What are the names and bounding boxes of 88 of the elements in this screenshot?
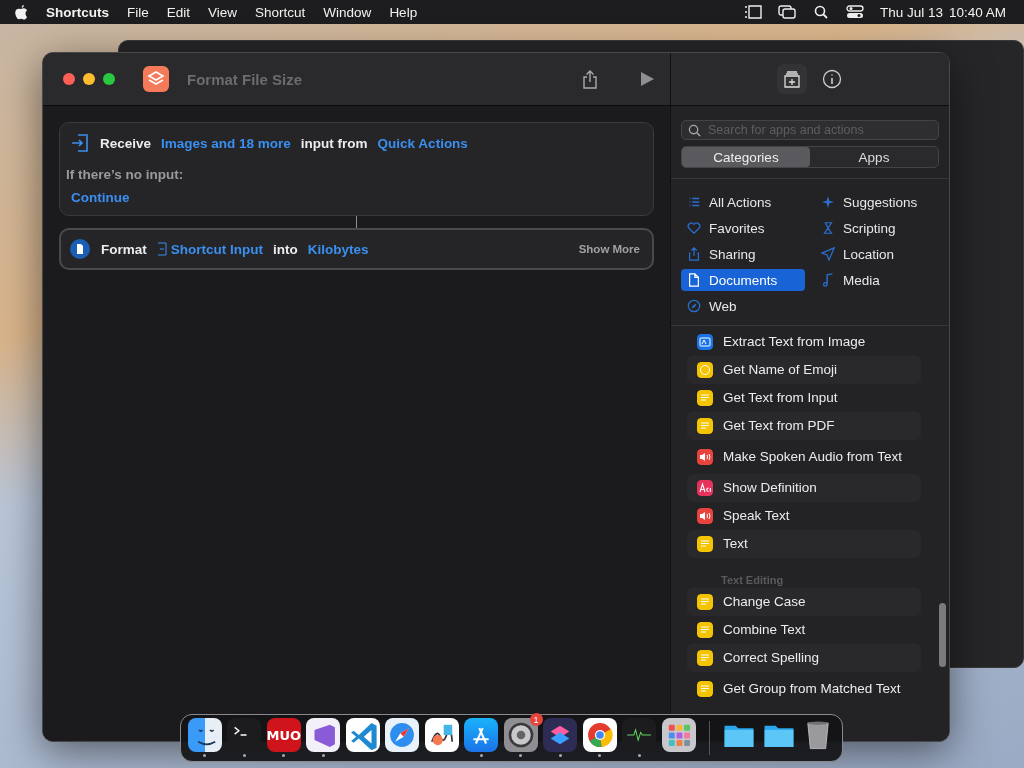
layers-icon bbox=[143, 66, 169, 92]
close-button[interactable] bbox=[63, 73, 75, 85]
action-item[interactable]: Get Text from Input bbox=[687, 384, 921, 412]
gear-icon[interactable] bbox=[503, 718, 538, 752]
music-note-icon bbox=[821, 273, 835, 287]
action-item[interactable]: Text bbox=[687, 530, 921, 558]
scrollbar[interactable] bbox=[939, 603, 946, 667]
browser-icon[interactable] bbox=[582, 718, 617, 752]
receive-action-card[interactable]: Receive Images and 18 more input from Quick Actions If there’s no input: Continue bbox=[59, 122, 654, 216]
app-grid-icon[interactable] bbox=[661, 718, 696, 752]
shortcut-input-token[interactable]: Shortcut Input bbox=[156, 241, 263, 257]
heart-icon bbox=[687, 221, 701, 235]
category-item[interactable]: Web bbox=[681, 295, 805, 317]
sparkle-icon bbox=[821, 195, 835, 209]
action-item[interactable]: Get Group from Matched Text bbox=[687, 672, 921, 706]
studio-icon[interactable] bbox=[306, 718, 341, 752]
file-icon bbox=[69, 238, 91, 260]
category-item[interactable]: All Actions bbox=[681, 191, 805, 213]
input-icon bbox=[70, 133, 90, 153]
scroll-icon bbox=[821, 221, 835, 235]
action-item[interactable]: Get Text from PDF bbox=[687, 412, 921, 440]
no-input-option[interactable]: Continue bbox=[71, 190, 641, 205]
list-icon bbox=[687, 195, 701, 209]
apple-logo-icon[interactable] bbox=[14, 4, 28, 20]
menu-bar-clock[interactable]: 10:40 AM bbox=[948, 4, 1006, 20]
info-icon bbox=[821, 68, 843, 90]
add-to-stack-icon bbox=[783, 70, 801, 88]
scribble-icon[interactable] bbox=[424, 718, 459, 752]
action-item[interactable]: Make Spoken Audio from Text bbox=[687, 440, 921, 474]
action-library-button[interactable] bbox=[777, 64, 807, 94]
menu-bar-date[interactable]: Thu Jul 13 bbox=[879, 4, 943, 20]
menu-item[interactable]: Edit bbox=[166, 4, 191, 20]
menu-item[interactable]: View bbox=[208, 4, 238, 20]
action-item[interactable]: Combine Text bbox=[687, 616, 921, 644]
document-icon bbox=[156, 242, 167, 256]
menu-item[interactable]: Shortcut bbox=[255, 4, 306, 20]
section-header: Text Editing bbox=[720, 573, 785, 588]
action-label: Format bbox=[101, 241, 147, 257]
location-arrow-icon bbox=[821, 247, 835, 261]
category-item[interactable]: Documents bbox=[681, 269, 805, 291]
muo-logo[interactable]: MUO bbox=[266, 718, 301, 752]
menu-item[interactable]: File bbox=[127, 4, 149, 20]
category-item[interactable]: Location bbox=[815, 243, 939, 265]
app-menu[interactable]: Shortcuts bbox=[46, 4, 109, 20]
info-button[interactable] bbox=[821, 68, 843, 90]
control-center-icon[interactable] bbox=[845, 5, 864, 19]
format-action-card[interactable]: Format Shortcut Input into Kilobytes Show More bbox=[59, 228, 654, 270]
menu-item[interactable]: Help bbox=[389, 4, 418, 20]
category-item[interactable]: Scripting bbox=[815, 217, 939, 239]
action-label: Receive bbox=[100, 135, 152, 151]
input-source-token[interactable]: Quick Actions bbox=[377, 135, 468, 151]
minimize-button[interactable] bbox=[83, 73, 95, 85]
run-icon[interactable] bbox=[638, 70, 656, 88]
action-item[interactable]: Extract Text from Image bbox=[687, 328, 921, 356]
app-store-icon[interactable] bbox=[464, 718, 499, 752]
action-label: input from bbox=[300, 135, 368, 151]
show-more-link[interactable]: Show More bbox=[578, 243, 640, 255]
category-item[interactable]: Sharing bbox=[681, 243, 805, 265]
document-icon bbox=[687, 273, 701, 287]
compass-icon[interactable] bbox=[385, 718, 420, 752]
share-icon bbox=[687, 247, 701, 261]
category-item[interactable]: Suggestions bbox=[815, 191, 939, 213]
zoom-button[interactable] bbox=[103, 73, 115, 85]
sidebar-list-icon[interactable] bbox=[743, 5, 762, 19]
activity-monitor-icon[interactable] bbox=[622, 718, 657, 752]
action-item[interactable]: Get Name of Emoji bbox=[687, 356, 921, 384]
action-item[interactable]: Show Definition bbox=[687, 474, 921, 502]
category-item[interactable]: Media bbox=[815, 269, 939, 291]
menu-item[interactable]: Window bbox=[323, 4, 372, 20]
share-icon[interactable] bbox=[580, 69, 600, 89]
action-label: into bbox=[273, 241, 298, 257]
finder-icon[interactable] bbox=[187, 718, 222, 752]
code-editor-icon[interactable] bbox=[345, 718, 380, 752]
layers-icon[interactable] bbox=[543, 718, 578, 752]
action-item[interactable]: Correct Spelling bbox=[687, 644, 921, 672]
terminal-icon[interactable] bbox=[227, 718, 262, 752]
compass-icon bbox=[687, 299, 701, 313]
no-input-label: If there’s no input: bbox=[66, 167, 185, 182]
segment-tab[interactable]: Categories bbox=[682, 147, 810, 167]
segment-tab[interactable]: Apps bbox=[810, 147, 938, 167]
unit-token[interactable]: Kilobytes bbox=[307, 241, 369, 257]
action-item[interactable]: Speak Text bbox=[687, 502, 921, 530]
input-types-token[interactable]: Images and 18 more bbox=[161, 135, 291, 151]
category-item[interactable]: Favorites bbox=[681, 217, 805, 239]
action-item[interactable]: Change Case bbox=[687, 588, 921, 616]
window-title: Format File Size bbox=[187, 70, 303, 88]
windows-icon[interactable] bbox=[777, 5, 796, 19]
search-icon bbox=[688, 124, 701, 137]
